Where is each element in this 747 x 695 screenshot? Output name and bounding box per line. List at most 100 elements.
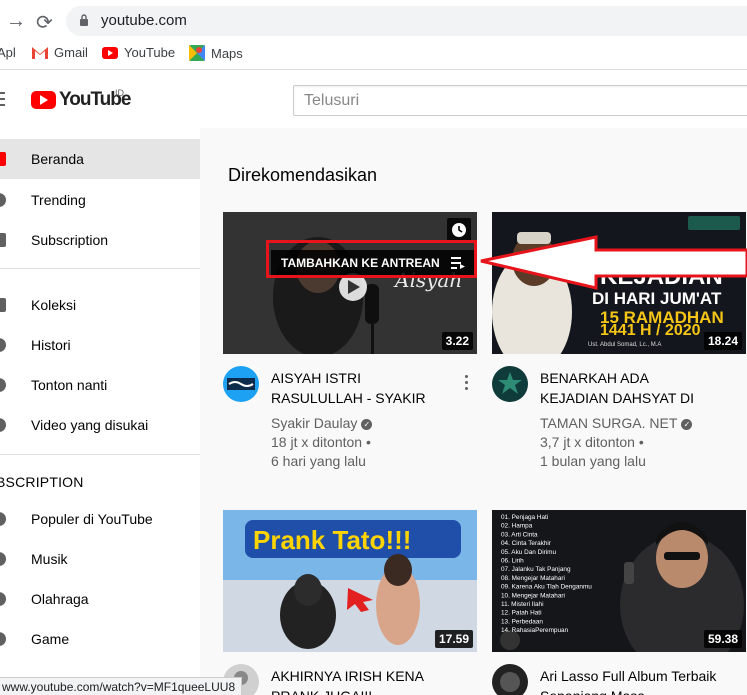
country-code: ID	[115, 88, 124, 98]
video-duration: 59.38	[703, 630, 742, 648]
sidebar-item-beranda[interactable]: Beranda	[0, 139, 200, 179]
video-thumbnail[interactable]: Aisyah TAMBAHKAN KE ANTREAN 3.22	[223, 212, 477, 354]
sidebar-sub-populer[interactable]: Populer di YouTube	[0, 499, 200, 539]
bookmark-label: YouTube	[124, 45, 176, 60]
subscription-heading: BSCRIPTION	[0, 474, 84, 490]
bookmarks-bar: Apl Gmail YouTube Maps	[0, 40, 747, 70]
youtube-logo[interactable]: YouTube ID	[31, 88, 131, 111]
sidebar-item-label: Histori	[31, 337, 71, 353]
sidebar-item-label: Populer di YouTube	[31, 511, 153, 527]
youtube-header: YouTube ID	[0, 72, 747, 128]
sidebar: Beranda Trending Subscription Koleksi Hi…	[0, 128, 200, 695]
sidebar-sub-olahraga[interactable]: Olahraga	[0, 579, 200, 619]
video-duration: 18.24	[703, 332, 742, 350]
video-thumbnail[interactable]: Prank Tato!!! 17.59	[223, 510, 477, 652]
bookmark-gmail[interactable]: Gmail	[32, 45, 88, 60]
tracklist-item: 10. Mengejar Matahari	[501, 592, 565, 599]
youtube-icon	[102, 46, 118, 59]
browser-toolbar: → ⟳ youtube.com	[0, 0, 747, 40]
channel-avatar[interactable]	[492, 366, 528, 402]
thumbnail-image: Aisyah	[223, 212, 477, 354]
sidebar-item-koleksi[interactable]: Koleksi	[0, 285, 200, 325]
tracklist-item: 07. Jalanku Tak Panjang	[501, 566, 571, 573]
channel-avatar-icon	[0, 632, 6, 646]
sidebar-item-label: Video yang disukai	[31, 417, 149, 433]
sidebar-item-subscription[interactable]: Subscription	[0, 220, 200, 260]
bookmark-maps[interactable]: Maps	[189, 45, 243, 61]
bookmark-apps[interactable]: Apl	[0, 45, 16, 60]
video-title[interactable]: AKHIRNYA IRISH KENA PRANK JUGA!!!	[271, 666, 451, 695]
tracklist-item: 09. Karena Aku Tlah Denganmu	[501, 584, 592, 591]
menu-icon[interactable]	[0, 92, 5, 110]
channel-avatar[interactable]	[223, 366, 259, 402]
home-icon	[0, 152, 6, 166]
omnibox[interactable]: youtube.com	[66, 6, 747, 36]
svg-text:Prank Tato!!!: Prank Tato!!!	[253, 525, 411, 555]
tracklist-item: 13. Perbedaan	[501, 618, 543, 625]
sidebar-item-label: Tonton nanti	[31, 377, 108, 393]
channel-name[interactable]: TAMAN SURGA. NET	[540, 415, 677, 431]
sidebar-item-video-disukai[interactable]: Video yang disukai	[0, 405, 200, 445]
channel-avatar-icon	[0, 592, 6, 606]
sidebar-item-label: Olahraga	[31, 591, 89, 607]
video-thumbnail[interactable]: 01. Penjaga Hati 02. Hampa 03. Arti Cinta 0…	[492, 510, 746, 652]
video-title[interactable]: BENARKAH ADA KEJADIAN DAHSYAT DI HARI JU…	[540, 368, 720, 408]
svg-text:Ust. Abdul Somad, Lc., M.A: Ust. Abdul Somad, Lc., M.A	[588, 342, 661, 348]
sidebar-item-label: Trending	[31, 192, 86, 208]
section-title: Direkomendasikan	[228, 165, 378, 185]
gmail-icon	[32, 46, 48, 59]
library-icon	[0, 298, 6, 312]
search-input[interactable]	[294, 86, 747, 115]
upload-age: 6 hari yang lalu	[271, 453, 366, 469]
tracklist-item: 02. Hampa	[501, 523, 533, 530]
sidebar-sub-game[interactable]: Game	[0, 619, 200, 659]
video-title[interactable]: Ari Lasso Full Album Terbaik Sepanjang M…	[540, 666, 720, 695]
channel-avatar-icon	[0, 552, 6, 566]
verified-icon: ✓	[681, 419, 693, 430]
video-title[interactable]: AISYAH ISTRI RASULULLAH - SYAKIR DAULAY …	[271, 368, 451, 408]
video-duration: 3.22	[441, 332, 473, 350]
bookmark-label: Maps	[211, 45, 243, 61]
watch-later-button[interactable]	[447, 218, 471, 242]
reload-icon[interactable]: ⟳	[36, 10, 53, 35]
like-icon	[0, 418, 6, 432]
channel-name-row: Syakir Daulay ✓	[271, 414, 373, 433]
clock-icon	[452, 223, 466, 237]
svg-text:1441 H / 2020: 1441 H / 2020	[600, 322, 701, 339]
tracklist-item: 03. Arti Cinta	[501, 531, 538, 538]
sidebar-divider	[0, 454, 200, 455]
tracklist-item: 06. Lirih	[501, 558, 524, 565]
channel-avatar[interactable]	[492, 664, 528, 695]
forward-arrow-icon[interactable]: →	[6, 10, 26, 33]
youtube-play-icon	[31, 91, 56, 109]
view-count: 18 jt x ditonton •	[271, 434, 371, 450]
sidebar-item-label: Beranda	[31, 151, 84, 167]
status-bar: www.youtube.com/watch?v=MF1queeLUU8	[0, 677, 243, 695]
upload-age: 1 bulan yang lalu	[540, 453, 646, 469]
history-icon	[0, 338, 6, 352]
tracklist-item: 12. Patah Hati	[501, 610, 542, 617]
channel-name-row: TAMAN SURGA. NET ✓	[540, 414, 693, 433]
channel-avatar-image	[492, 664, 528, 695]
annotation-highlight-box	[266, 240, 477, 278]
channel-avatar-image	[492, 366, 528, 402]
bookmark-label: Gmail	[54, 45, 88, 60]
more-actions-icon[interactable]	[465, 375, 469, 393]
sidebar-item-trending[interactable]: Trending	[0, 180, 200, 220]
channel-name[interactable]: Syakir Daulay	[271, 415, 357, 431]
tracklist-item: 05. Aku Dan Dirimu	[501, 549, 556, 556]
search-box[interactable]	[293, 85, 747, 116]
sidebar-sub-musik[interactable]: Musik	[0, 539, 200, 579]
tracklist-item: 11. Misteri Ilahi	[501, 601, 544, 608]
url-text: youtube.com	[101, 12, 187, 29]
tracklist-item: 01. Penjaga Hati	[501, 514, 548, 521]
bookmark-label: Apl	[0, 45, 16, 60]
video-duration: 17.59	[434, 630, 473, 648]
bookmark-youtube[interactable]: YouTube	[102, 45, 175, 60]
verified-icon: ✓	[361, 419, 373, 430]
sidebar-item-histori[interactable]: Histori	[0, 325, 200, 365]
sidebar-item-label: Koleksi	[31, 297, 77, 313]
trending-icon	[0, 193, 6, 207]
sidebar-item-tonton-nanti[interactable]: Tonton nanti	[0, 365, 200, 405]
tracklist-item: 14. RahasiaPerempuan	[501, 627, 569, 634]
